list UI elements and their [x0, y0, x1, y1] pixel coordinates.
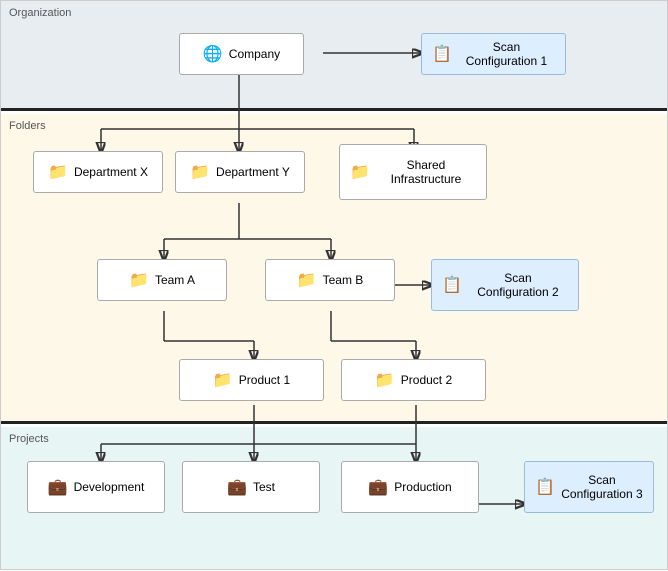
folder-icon-teamb: 📁: [297, 270, 317, 290]
team-a-node[interactable]: 📁 Team A: [97, 259, 227, 301]
product-1-label: Product 1: [239, 373, 290, 387]
scan-icon-1: 📋: [432, 44, 452, 64]
dept-x-node[interactable]: 📁 Department X: [33, 151, 163, 193]
folder-icon-teama: 📁: [129, 270, 149, 290]
shared-infra-label: Shared Infrastructure: [376, 158, 476, 186]
production-node[interactable]: 💼 Production: [341, 461, 479, 513]
dept-x-label: Department X: [74, 165, 148, 179]
briefcase-icon-prod: 💼: [368, 477, 388, 497]
team-a-label: Team A: [155, 273, 195, 287]
section-org: Organization: [1, 1, 667, 111]
dept-y-node[interactable]: 📁 Department Y: [175, 151, 305, 193]
team-b-node[interactable]: 📁 Team B: [265, 259, 395, 301]
folder-icon-product1: 📁: [213, 370, 233, 390]
diagram-container: Organization Folders Projects: [0, 0, 668, 570]
folder-icon-shared: 📁: [350, 162, 370, 182]
globe-icon: 🌐: [203, 44, 223, 64]
scan-config-1-label: Scan Configuration 1: [458, 40, 555, 68]
scan-config-3-node[interactable]: 📋 Scan Configuration 3: [524, 461, 654, 513]
scan-config-2-label: Scan Configuration 2: [468, 271, 568, 299]
scan-config-3-label: Scan Configuration 3: [561, 473, 643, 501]
product-1-node[interactable]: 📁 Product 1: [179, 359, 324, 401]
scan-config-1-node[interactable]: 📋 Scan Configuration 1: [421, 33, 566, 75]
company-node[interactable]: 🌐 Company: [179, 33, 304, 75]
development-node[interactable]: 💼 Development: [27, 461, 165, 513]
folder-icon-product2: 📁: [375, 370, 395, 390]
development-label: Development: [74, 480, 145, 494]
scan-icon-3: 📋: [535, 477, 555, 497]
section-org-label: Organization: [9, 7, 71, 19]
briefcase-icon-dev: 💼: [48, 477, 68, 497]
section-folders-label: Folders: [9, 120, 46, 132]
production-label: Production: [394, 480, 451, 494]
product-2-label: Product 2: [401, 373, 452, 387]
folder-icon-deptx: 📁: [48, 162, 68, 182]
scan-icon-2: 📋: [442, 275, 462, 295]
scan-config-2-node[interactable]: 📋 Scan Configuration 2: [431, 259, 579, 311]
briefcase-icon-test: 💼: [227, 477, 247, 497]
test-node[interactable]: 💼 Test: [182, 461, 320, 513]
folder-icon-depty: 📁: [190, 162, 210, 182]
company-label: Company: [229, 47, 280, 61]
dept-y-label: Department Y: [216, 165, 290, 179]
team-b-label: Team B: [323, 273, 364, 287]
shared-infra-node[interactable]: 📁 Shared Infrastructure: [339, 144, 487, 200]
section-projects-label: Projects: [9, 433, 49, 445]
product-2-node[interactable]: 📁 Product 2: [341, 359, 486, 401]
test-label: Test: [253, 480, 275, 494]
